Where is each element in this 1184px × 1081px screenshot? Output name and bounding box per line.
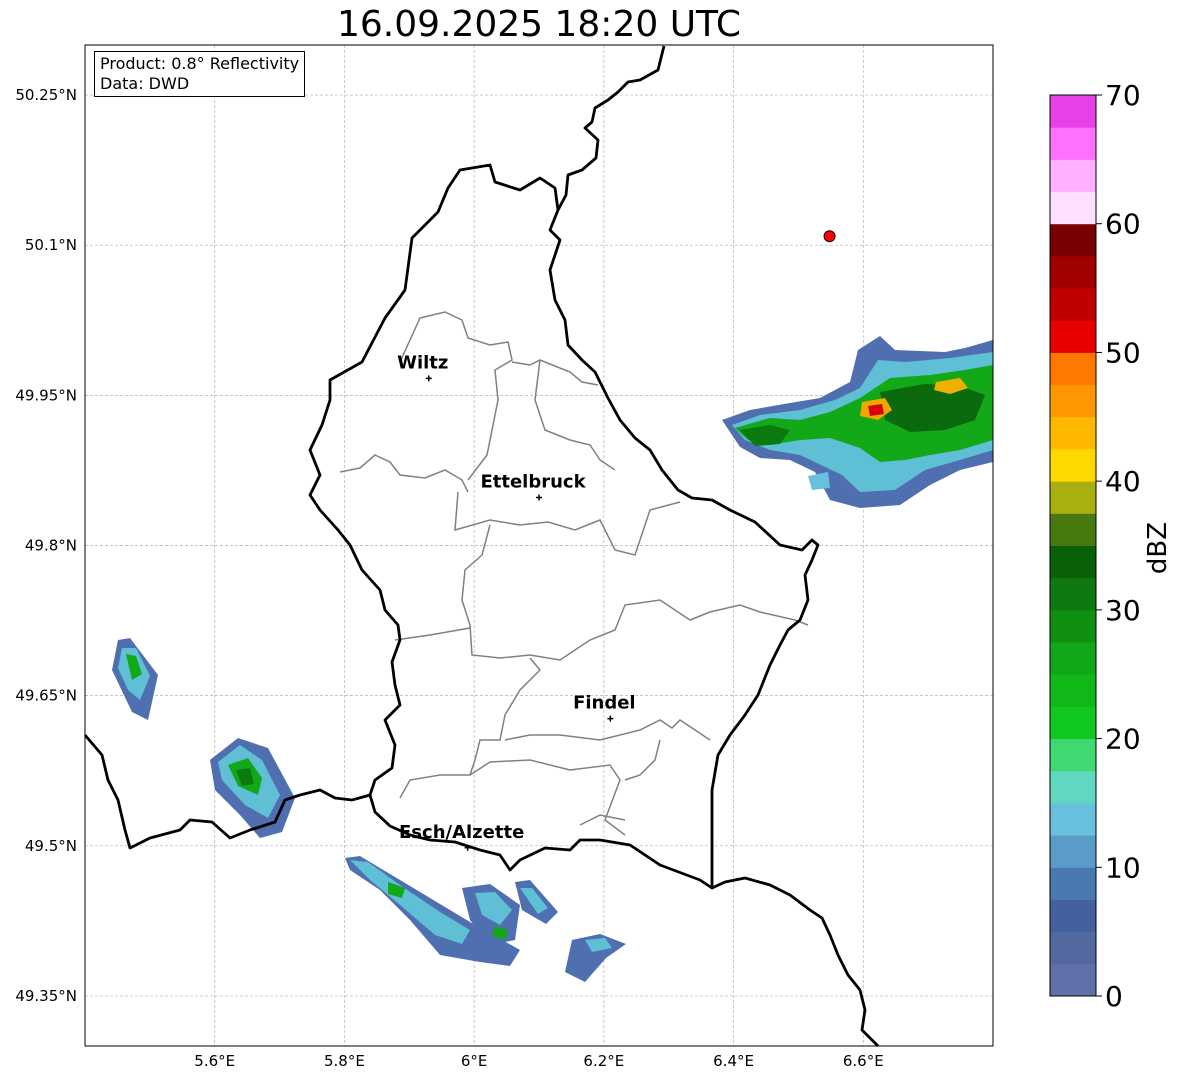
colorbar-segment — [1050, 802, 1096, 836]
colorbar-segment — [1050, 223, 1096, 257]
lat-tick-label: 49.95°N — [15, 386, 77, 404]
lat-tick-label: 50.1°N — [25, 236, 77, 254]
colorbar-tick-label: 40 — [1105, 465, 1141, 498]
city-label: Wiltz — [397, 352, 448, 373]
radar-site-icon — [823, 230, 836, 243]
colorbar-segment — [1050, 609, 1096, 643]
colorbar-segment — [1050, 738, 1096, 772]
lon-tick-label: 6.2°E — [583, 1052, 624, 1070]
colorbar-segment — [1050, 416, 1096, 450]
lat-tick-label: 50.25°N — [15, 86, 77, 104]
colorbar-segment — [1050, 159, 1096, 193]
colorbar-segment — [1050, 963, 1096, 997]
colorbar-segment — [1050, 384, 1096, 418]
lon-tick-label: 5.8°E — [324, 1052, 365, 1070]
colorbar-segment — [1050, 770, 1096, 804]
colorbar-segment — [1050, 706, 1096, 740]
colorbar-segment — [1050, 481, 1096, 514]
colorbar-segment — [1050, 352, 1096, 386]
colorbar-tick-label: 30 — [1105, 594, 1141, 627]
city-label: Esch/Alzette — [399, 822, 524, 843]
lon-tick-label: 6.6°E — [843, 1052, 884, 1070]
colorbar-segment — [1050, 288, 1096, 321]
colorbar-segment — [1050, 95, 1096, 128]
colorbar-tick-label: 10 — [1105, 851, 1141, 884]
lon-tick-label: 5.6°E — [194, 1052, 235, 1070]
lon-tick-label: 6°E — [461, 1052, 488, 1070]
city-marker-icon — [536, 494, 542, 501]
colorbar-segment — [1050, 931, 1096, 965]
colorbar-tick-label: 20 — [1105, 723, 1141, 756]
colorbar-tick-label: 0 — [1105, 980, 1123, 1013]
colorbar-unit-label: dBZ — [1143, 521, 1173, 575]
colorbar-tick-label: 60 — [1105, 208, 1141, 241]
colorbar-segment — [1050, 320, 1096, 353]
district-boundaries — [339, 311, 809, 836]
colorbar-segment — [1050, 642, 1096, 675]
colorbar-segment — [1050, 127, 1096, 160]
data-source-label: Data: DWD — [100, 74, 190, 93]
radar-map-figure: Wiltz Ettelbruck Findel Esch/Alzette 5.6°E 5… — [15, 44, 1141, 1070]
colorbar-segment — [1050, 448, 1096, 482]
colorbar-segment — [1050, 867, 1096, 900]
lat-tick-label: 49.8°N — [25, 537, 77, 555]
colorbar-segment — [1050, 899, 1096, 933]
city-label: Ettelbruck — [480, 471, 586, 492]
colorbar-segment — [1050, 255, 1096, 289]
lon-tick-label: 6.4°E — [713, 1052, 754, 1070]
colorbar-segment — [1050, 545, 1096, 579]
product-label: Product: 0.8° Reflectivity — [100, 54, 300, 73]
colorbar-segment — [1050, 674, 1096, 707]
lat-tick-label: 49.5°N — [25, 837, 77, 855]
lat-tick-label: 49.35°N — [15, 987, 77, 1005]
colorbar: 0 10 20 30 40 50 60 70 — [1049, 79, 1141, 1013]
colorbar-segment — [1050, 513, 1096, 546]
colorbar-segment — [1050, 835, 1096, 868]
colorbar-segment — [1050, 191, 1096, 225]
city-label: Findel — [573, 693, 636, 714]
colorbar-tick-label: 50 — [1105, 336, 1141, 369]
lat-tick-label: 49.65°N — [15, 687, 77, 705]
colorbar-tick-label: 70 — [1105, 79, 1141, 112]
colorbar-segment — [1050, 577, 1096, 611]
city-marker-icon — [425, 375, 432, 382]
city-marker-icon — [607, 715, 614, 722]
radar-site-marker — [823, 230, 836, 243]
info-box: Product: 0.8° Reflectivity Data: DWD — [94, 51, 306, 97]
